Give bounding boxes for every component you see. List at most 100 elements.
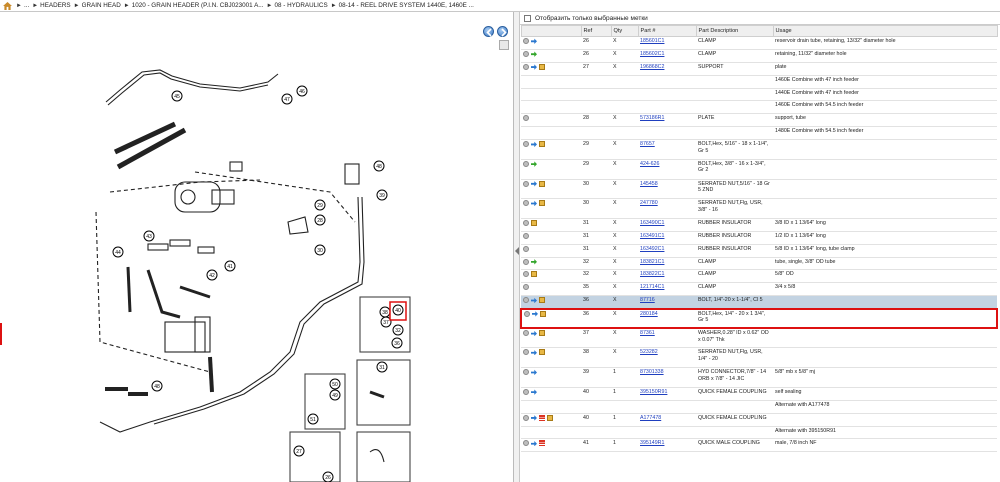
green-arrow-icon[interactable] <box>531 161 537 167</box>
part-number-link[interactable]: 183822C1 <box>640 271 664 277</box>
circle-icon[interactable] <box>523 232 529 239</box>
table-row[interactable]: 36 X 280184 BOLT,Hex, 1/4" - 20 x 1 3/4", G… <box>520 307 998 330</box>
circle-icon[interactable] <box>523 349 529 356</box>
table-row[interactable]: 32 X 183822C1 CLAMP 5/8" OD <box>521 269 997 284</box>
circle-icon[interactable] <box>523 160 529 167</box>
callout-48[interactable]: 48 <box>373 160 385 172</box>
blue-arrow-icon[interactable] <box>531 181 537 187</box>
callout-47[interactable]: 47 <box>281 93 293 105</box>
table-row[interactable]: 35 X 121714C1 CLAMP 3/4 x 5/8 <box>521 282 997 297</box>
circle-icon[interactable] <box>523 388 529 395</box>
blue-arrow-icon[interactable] <box>531 441 537 447</box>
box-icon[interactable] <box>531 271 537 278</box>
home-icon[interactable] <box>3 1 12 10</box>
table-row[interactable]: 40 1 395150R91 QUICK FEMALE COUPLING self se… <box>521 387 997 401</box>
part-number-link[interactable]: 196868C2 <box>640 64 664 70</box>
breadcrumb-item[interactable]: GRAIN HEAD <box>82 2 121 9</box>
circle-icon[interactable] <box>523 219 529 226</box>
circle-icon[interactable] <box>523 245 529 252</box>
circle-icon[interactable] <box>523 141 529 148</box>
blue-arrow-icon[interactable] <box>531 38 537 44</box>
part-number-link[interactable]: 424-626 <box>640 161 659 167</box>
part-number-link[interactable]: 163492C1 <box>640 246 664 252</box>
part-number-link[interactable]: 121714C1 <box>640 284 664 290</box>
callout-31[interactable]: 31 <box>376 361 388 373</box>
callout-30[interactable]: 30 <box>314 244 326 256</box>
table-row[interactable]: 26 X 185601C1 CLAMP reservoir drain tube, re… <box>521 36 997 50</box>
blue-arrow-icon[interactable] <box>531 330 537 337</box>
part-number-link[interactable]: 185602C1 <box>640 51 664 57</box>
callout-48b[interactable]: 48 <box>151 380 163 392</box>
green-arrow-icon[interactable] <box>531 51 537 57</box>
table-row[interactable]: 1480E Combine with 54.5 inch feeder <box>521 126 997 141</box>
box-icon[interactable] <box>539 63 545 70</box>
blue-arrow-icon[interactable] <box>531 350 537 356</box>
callout-51[interactable]: 51 <box>307 413 319 425</box>
part-number-link[interactable]: 573186R1 <box>640 115 664 121</box>
circle-icon[interactable] <box>523 440 529 447</box>
breadcrumb-item[interactable]: 08-14 - REEL DRIVE SYSTEM 1440E, 1460E .… <box>339 2 474 9</box>
table-row[interactable]: 26 X 185602C1 CLAMP retaining, 11/32" diamet… <box>521 49 997 63</box>
circle-icon[interactable] <box>523 63 529 70</box>
box-icon[interactable] <box>539 330 545 337</box>
callout-36[interactable]: 36 <box>391 337 403 349</box>
breadcrumb-item[interactable]: 1020 - GRAIN HEADER (P.I.N. CBJ023001 A.… <box>132 2 264 9</box>
circle-icon[interactable] <box>523 50 529 57</box>
table-row[interactable]: 31 X 163492C1 RUBBER INSULATOR 5/8 ID x 1 13… <box>521 244 997 258</box>
table-row[interactable]: 30 X 145458 SERRATED NUT,5/16" - 18 Gr 5 ZN… <box>521 179 997 200</box>
blue-arrow-icon[interactable] <box>531 297 537 304</box>
part-number-link[interactable]: 163491C1 <box>640 233 664 239</box>
table-row[interactable]: 41 1 395149R1 QUICK MALE COUPLING male, 7/8 … <box>521 438 997 453</box>
table-row[interactable]: Alternate with 395150R91 <box>521 426 997 440</box>
table-row[interactable]: 28 X 573186R1 PLATE support, tube <box>521 113 997 128</box>
table-row[interactable]: 1460E Combine with 47 inch feeder <box>521 75 997 89</box>
part-number-link[interactable]: 185601C1 <box>640 38 664 44</box>
box-icon[interactable] <box>531 219 537 226</box>
redbar-icon[interactable] <box>539 440 545 447</box>
table-row[interactable]: Alternate with A177478 <box>521 400 997 414</box>
circle-icon[interactable] <box>523 330 529 337</box>
table-row[interactable]: 39 1 87301338 HYD CONNECTOR,7/8" - 14 ORB x… <box>521 367 997 388</box>
part-number-link[interactable]: 247780 <box>640 200 658 206</box>
part-number-link[interactable]: A177478 <box>640 415 661 421</box>
circle-icon[interactable] <box>523 200 529 207</box>
blue-arrow-icon[interactable] <box>531 415 537 421</box>
box-icon[interactable] <box>540 310 546 317</box>
part-number-link[interactable]: 523282 <box>640 349 658 355</box>
part-number-link[interactable]: 87361 <box>640 330 655 336</box>
callout-32[interactable]: 32 <box>392 324 404 336</box>
circle-icon[interactable] <box>523 271 529 278</box>
part-number-link[interactable]: 395150R91 <box>640 389 667 395</box>
column-header-description[interactable]: Part Description <box>695 25 774 37</box>
box-icon[interactable] <box>539 200 545 207</box>
part-number-link[interactable]: 280184 <box>640 311 658 317</box>
callout-26[interactable]: 26 <box>322 471 334 482</box>
callout-46[interactable]: 46 <box>296 85 308 97</box>
table-row[interactable]: 1460E Combine with 54.5 inch feeder <box>521 100 997 115</box>
column-header-ref[interactable]: Ref <box>580 25 612 37</box>
circle-icon[interactable] <box>523 115 529 122</box>
blue-arrow-icon[interactable] <box>531 369 537 376</box>
breadcrumb-item[interactable]: 08 - HYDRAULICS <box>274 2 327 9</box>
breadcrumb-item[interactable]: HEADERS <box>40 2 70 9</box>
table-row[interactable]: 40 1 A177478 QUICK FEMALE COUPLING <box>521 413 997 427</box>
blue-arrow-icon[interactable] <box>531 200 537 207</box>
callout-43[interactable]: 43 <box>143 230 155 242</box>
filter-checkbox[interactable] <box>524 14 531 22</box>
table-row[interactable]: 37 X 87361 WASHER,0.28" ID x 0.62" OD x 0.0… <box>521 328 997 349</box>
circle-icon[interactable] <box>523 38 529 44</box>
circle-icon[interactable] <box>523 369 529 376</box>
callout-38[interactable]: 38 <box>379 306 391 318</box>
callout-41[interactable]: 41 <box>224 260 236 272</box>
blue-arrow-icon[interactable] <box>531 141 537 148</box>
breadcrumb-item[interactable]: ... <box>24 2 29 9</box>
table-row[interactable]: 29 X 87657 BOLT,Hex, 5/16" - 18 x 1-1/4", G… <box>521 139 997 160</box>
blue-arrow-icon[interactable] <box>531 64 537 70</box>
circle-icon[interactable] <box>523 284 529 291</box>
circle-icon[interactable] <box>523 297 529 304</box>
green-arrow-icon[interactable] <box>531 259 537 265</box>
circle-icon[interactable] <box>523 180 529 187</box>
callout-29[interactable]: 29 <box>314 199 326 211</box>
part-number-link[interactable]: 163490C1 <box>640 220 664 226</box>
blue-arrow-icon[interactable] <box>531 389 537 395</box>
